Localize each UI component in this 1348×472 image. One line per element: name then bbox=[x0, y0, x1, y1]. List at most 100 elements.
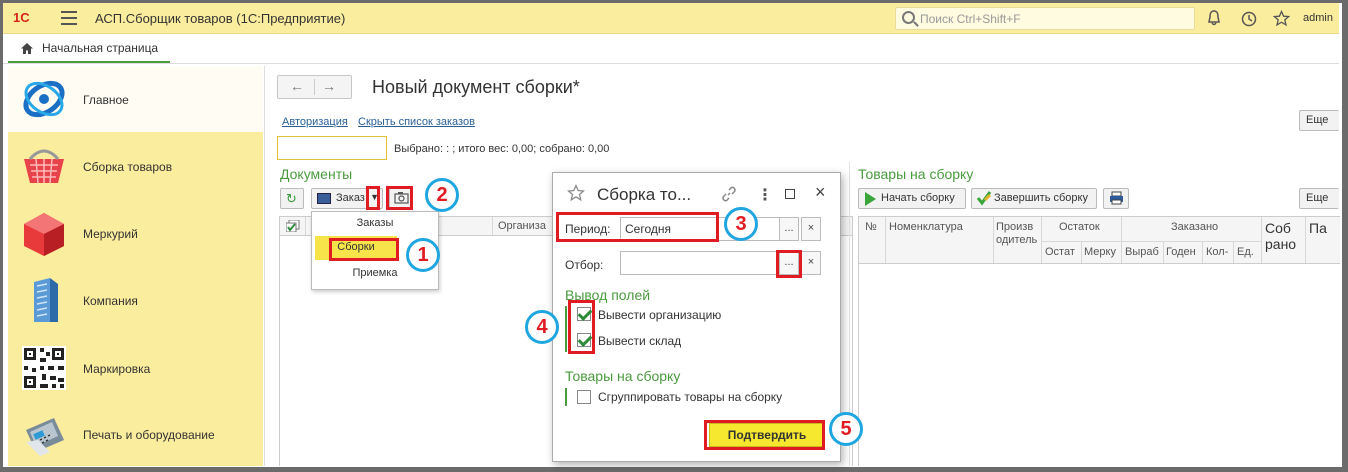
finish-assembly-button[interactable]: Завершить сборку bbox=[971, 188, 1097, 209]
sidebar-item-company[interactable]: Компания bbox=[8, 268, 263, 334]
refresh-icon: ↻ bbox=[286, 191, 297, 206]
col-collected: Соб рано bbox=[1265, 220, 1297, 252]
selection-summary: Выбрано: : ; итого вес: 0,00; собрано: 0… bbox=[394, 143, 610, 155]
sidebar-item-label: Сборка товаров bbox=[83, 160, 173, 174]
check-pencil-icon bbox=[976, 191, 992, 206]
link-icon[interactable] bbox=[721, 186, 737, 205]
play-icon bbox=[865, 192, 876, 206]
more-button-top[interactable]: Еще bbox=[1299, 110, 1339, 131]
more-button-goods[interactable]: Еще bbox=[1299, 188, 1339, 209]
star-icon[interactable] bbox=[1272, 9, 1291, 31]
subcol-valid: Годен bbox=[1166, 246, 1196, 258]
titlebar: 1С АСП.Сборщик товаров (1С:Предприятие) … bbox=[3, 3, 1339, 34]
col-producer: Произв одитель bbox=[996, 221, 1038, 246]
back-arrow-icon[interactable]: ← bbox=[290, 78, 304, 94]
basket-icon bbox=[24, 149, 64, 184]
app-logo: 1С bbox=[13, 10, 30, 25]
col-ordered: Заказано bbox=[1171, 221, 1219, 233]
col-nomenclature: Номенклатура bbox=[889, 221, 963, 233]
page-title: Новый документ сборки* bbox=[372, 77, 580, 97]
home-icon bbox=[20, 42, 34, 58]
printer-icon bbox=[1110, 191, 1123, 205]
check-all-icon[interactable] bbox=[285, 219, 300, 233]
filter-clear-button[interactable]: × bbox=[801, 251, 821, 275]
hide-orders-link[interactable]: Скрыть список заказов bbox=[358, 116, 475, 128]
sidebar-item-marking[interactable]: Маркировка bbox=[8, 336, 263, 402]
user-name[interactable]: admin bbox=[1303, 12, 1333, 24]
close-icon[interactable]: × bbox=[815, 182, 826, 203]
filter-field[interactable] bbox=[620, 251, 784, 275]
dropdown-item-orders[interactable]: Заказы bbox=[312, 212, 438, 236]
scan-input[interactable] bbox=[277, 136, 387, 160]
star-icon[interactable] bbox=[566, 184, 586, 205]
app-title: АСП.Сборщик товаров (1С:Предприятие) bbox=[95, 11, 346, 26]
payment-terminal-icon bbox=[26, 418, 64, 456]
search-icon bbox=[902, 11, 915, 24]
start-assembly-button[interactable]: Начать сборку bbox=[858, 188, 966, 209]
sidebar-item-label: Главное bbox=[83, 93, 129, 107]
annotation-bubble-1: 1 bbox=[406, 238, 440, 272]
documents-title: Документы bbox=[280, 166, 353, 182]
sidebar-item-mercury[interactable]: Меркурий bbox=[8, 202, 263, 268]
nav-buttons: ← → bbox=[277, 75, 352, 99]
annotation-box-5 bbox=[704, 420, 825, 450]
show-org-label: Вывести организацию bbox=[598, 308, 722, 322]
sidebar-item-label: Маркировка bbox=[83, 362, 151, 376]
subcol-unit: Ед. bbox=[1237, 246, 1254, 258]
finish-assembly-label: Завершить сборку bbox=[994, 192, 1088, 204]
auth-link[interactable]: Авторизация bbox=[282, 116, 348, 128]
annotation-box-2a bbox=[366, 186, 380, 210]
subcol-qty: Кол- bbox=[1206, 246, 1229, 258]
col-organization: Организа bbox=[498, 220, 546, 232]
sidebar-item-main[interactable]: Главное bbox=[8, 66, 263, 132]
annotation-box-3 bbox=[556, 212, 719, 242]
annotation-bubble-5: 5 bbox=[829, 412, 863, 446]
tab-bar: Начальная страница bbox=[3, 35, 1339, 64]
dialog-title: Сборка то... bbox=[597, 185, 692, 204]
annotation-bubble-2: 2 bbox=[425, 178, 459, 212]
tab-home[interactable]: Начальная страница bbox=[8, 37, 171, 63]
filter-label: Отбор: bbox=[565, 258, 604, 272]
col-pa: Па bbox=[1309, 220, 1327, 236]
print-button[interactable] bbox=[1103, 188, 1129, 209]
subcol-mercury: Мерку bbox=[1084, 246, 1116, 258]
annotation-box-3b bbox=[776, 250, 802, 278]
main-section-icon bbox=[23, 80, 65, 118]
sidebar-item-assembly[interactable]: Сборка товаров bbox=[8, 134, 263, 200]
group-goods-label: Сгруппировать товары на сборку bbox=[598, 390, 783, 404]
show-warehouse-label: Вывести склад bbox=[598, 334, 682, 348]
sidebar: Главное Сборка товаров Меркурий Компания bbox=[8, 66, 263, 466]
annotation-bubble-4: 4 bbox=[525, 310, 559, 344]
refresh-button[interactable]: ↻ bbox=[280, 188, 304, 209]
goods-title: Товары на сборку bbox=[858, 166, 974, 182]
search-input[interactable]: Поиск Ctrl+Shift+F bbox=[895, 7, 1195, 30]
sidebar-item-label: Меркурий bbox=[83, 227, 138, 241]
building-icon bbox=[34, 278, 58, 322]
annotation-box-4 bbox=[568, 300, 595, 354]
doc-type-value: Заказ bbox=[336, 192, 365, 204]
annotation-box-2b bbox=[386, 186, 413, 210]
period-clear-button[interactable]: × bbox=[801, 217, 821, 241]
list-icon bbox=[317, 193, 331, 204]
more-dots-icon[interactable]: ⋮ bbox=[757, 185, 773, 205]
subcol-stock: Остат bbox=[1045, 246, 1075, 258]
bell-icon[interactable] bbox=[1206, 10, 1222, 31]
sidebar-item-label: Печать и оборудование bbox=[83, 428, 215, 442]
search-placeholder: Поиск Ctrl+Shift+F bbox=[920, 12, 1021, 26]
annotation-box-1 bbox=[329, 238, 399, 261]
sidebar-item-print[interactable]: Печать и оборудование bbox=[8, 402, 263, 468]
history-icon[interactable] bbox=[1240, 10, 1257, 31]
sidebar-item-label: Компания bbox=[83, 294, 138, 308]
maximize-icon[interactable] bbox=[785, 189, 795, 199]
qr-code-icon bbox=[22, 346, 66, 390]
period-select-button[interactable]: ... bbox=[779, 217, 799, 241]
subcol-produced: Выраб bbox=[1125, 246, 1159, 258]
goods-section-title: Товары на сборку bbox=[565, 368, 681, 384]
cube-icon bbox=[24, 213, 64, 256]
start-assembly-label: Начать сборку bbox=[881, 192, 955, 204]
annotation-bubble-3: 3 bbox=[724, 207, 758, 241]
group-goods-checkbox[interactable] bbox=[577, 390, 591, 404]
forward-arrow-icon[interactable]: → bbox=[322, 78, 336, 94]
menu-icon[interactable] bbox=[61, 11, 77, 25]
tab-home-label: Начальная страница bbox=[42, 41, 159, 55]
